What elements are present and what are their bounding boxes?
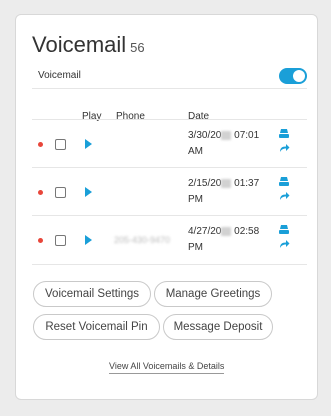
unread-dot: [38, 238, 43, 243]
voicemail-toggle-label: Voicemail: [38, 70, 81, 81]
forward-icon[interactable]: [279, 191, 290, 201]
play-icon[interactable]: [85, 235, 92, 245]
play-icon[interactable]: [85, 187, 92, 197]
voicemail-date: 2/15/20 01:37 PM: [188, 178, 260, 205]
row-checkbox[interactable]: [55, 187, 66, 198]
voicemail-row: 2/15/20 01:37 PM: [32, 167, 307, 216]
voicemail-toggle-row: Voicemail: [32, 66, 307, 89]
reset-voicemail-pin-button[interactable]: Reset Voicemail Pin: [33, 314, 160, 340]
download-icon[interactable]: [279, 129, 289, 138]
caller-phone: 205-430-9470: [114, 235, 171, 245]
view-all-voicemails-link[interactable]: View All Voicemails & Details: [109, 361, 225, 374]
play-icon[interactable]: [85, 139, 92, 149]
toggle-knob: [293, 70, 305, 82]
voicemail-row: 3/30/20 07:01 AM: [32, 119, 307, 168]
unread-dot: [38, 190, 43, 195]
voicemail-toggle[interactable]: [279, 68, 307, 84]
row-checkbox[interactable]: [55, 139, 66, 150]
widget-title-text: Voicemail: [32, 32, 127, 57]
forward-icon[interactable]: [279, 239, 290, 249]
message-deposit-button[interactable]: Message Deposit: [163, 314, 273, 340]
manage-greetings-button[interactable]: Manage Greetings: [154, 281, 272, 307]
voicemail-row: 205-430-9470 4/27/20 02:58 PM: [32, 215, 307, 265]
download-icon[interactable]: [279, 177, 289, 186]
voicemail-settings-button[interactable]: Voicemail Settings: [33, 281, 151, 307]
voicemail-date: 4/27/20 02:58 PM: [188, 226, 260, 253]
unread-dot: [38, 142, 43, 147]
row-checkbox[interactable]: [55, 235, 66, 246]
voicemail-card: Voicemail 56 Voicemail Play Phone Date 3/…: [15, 14, 318, 400]
forward-icon[interactable]: [279, 143, 290, 153]
voicemail-date: 3/30/20 07:01 AM: [188, 130, 260, 157]
download-icon[interactable]: [279, 225, 289, 234]
widget-title: Voicemail 56: [32, 32, 145, 58]
voicemail-count: 56: [130, 40, 145, 55]
